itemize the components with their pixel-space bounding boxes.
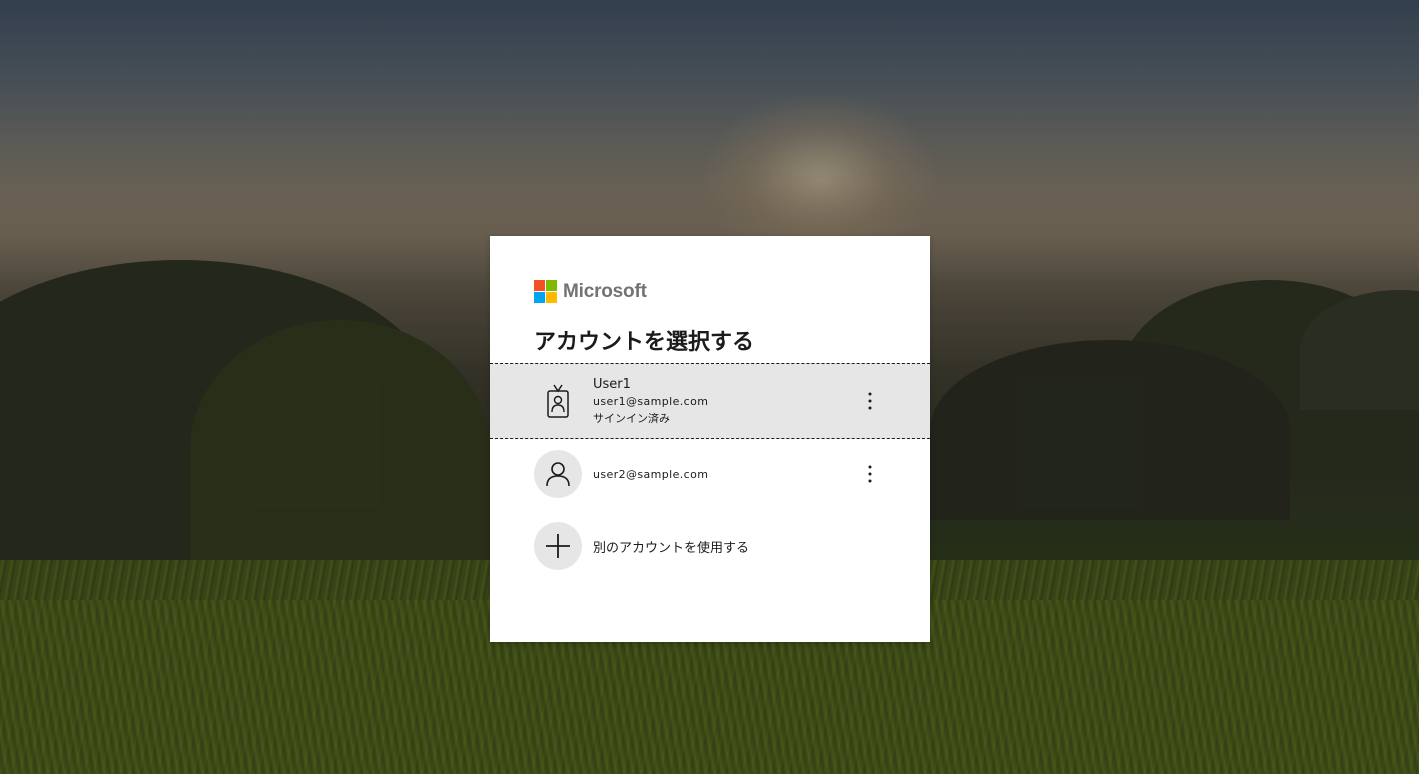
- microsoft-logo-text: Microsoft: [563, 280, 647, 302]
- logo-square-blue: [534, 292, 545, 303]
- badge-icon: [547, 384, 569, 418]
- add-account-avatar: [534, 522, 582, 570]
- use-another-account-button[interactable]: 別のアカウントを使用する: [490, 521, 930, 571]
- microsoft-logo-icon: [534, 280, 557, 303]
- microsoft-logo: Microsoft: [534, 280, 647, 303]
- logo-square-green: [546, 280, 557, 291]
- account-info: User1 user1@sample.com サインイン済み: [593, 376, 708, 427]
- use-another-account-label: 別のアカウントを使用する: [593, 540, 750, 556]
- account-tile-user1[interactable]: User1 user1@sample.com サインイン済み: [490, 363, 930, 439]
- plus-icon: [546, 534, 570, 558]
- more-vertical-icon: [868, 465, 872, 483]
- more-options-button[interactable]: [858, 460, 882, 488]
- account-name: User1: [593, 376, 631, 392]
- account-picker-card: Microsoft アカウントを選択する User1 user1@sample.…: [490, 236, 930, 642]
- account-info: user2@sample.com: [593, 466, 708, 483]
- logo-square-red: [534, 280, 545, 291]
- account-email: user2@sample.com: [593, 467, 709, 481]
- person-icon: [546, 462, 570, 487]
- logo-square-yellow: [546, 292, 557, 303]
- page-title: アカウントを選択する: [534, 330, 755, 355]
- account-avatar: [534, 377, 582, 425]
- more-options-button[interactable]: [858, 387, 882, 415]
- account-status: サインイン済み: [593, 411, 670, 425]
- more-vertical-icon: [868, 392, 872, 410]
- account-email: user1@sample.com: [593, 394, 709, 408]
- account-tile-user2[interactable]: user2@sample.com: [490, 449, 930, 499]
- account-avatar: [534, 450, 582, 498]
